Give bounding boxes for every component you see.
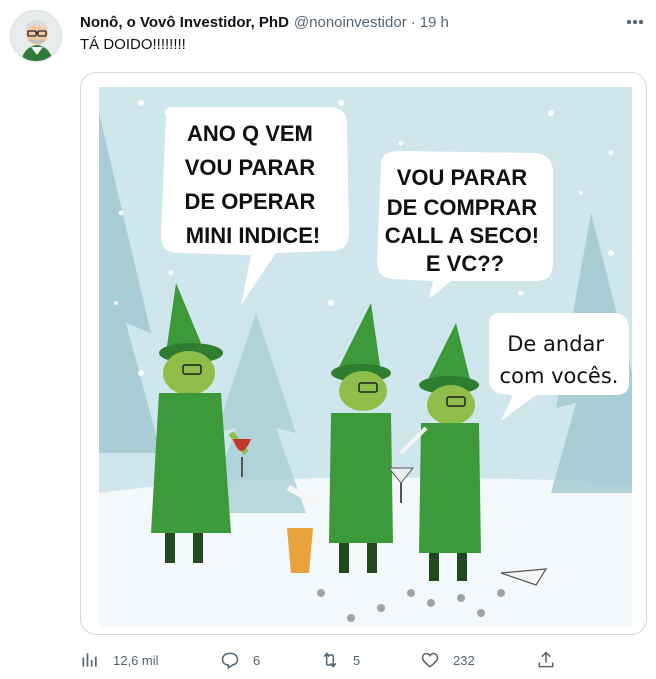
more-dot-icon [627,20,631,24]
avatar[interactable] [10,10,62,62]
bubble-3-line: com vocês. [500,364,619,388]
elves-cartoon: ANO Q VEM VOU PARAR DE OPERAR MINI INDIC… [81,73,646,634]
more-dot-icon [633,20,637,24]
tweet-actions: 12,6 mil 6 5 232 [80,648,560,672]
bubble-1-line: DE OPERAR [185,189,316,214]
like-button[interactable]: 232 [420,648,475,672]
user-handle[interactable]: @nonoinvestidor [294,14,407,31]
bubble-1-line: VOU PARAR [185,155,315,180]
more-options-button[interactable] [624,12,646,32]
retweet-icon [323,652,337,668]
separator: · [410,13,416,31]
timestamp[interactable]: 19 h [420,14,449,31]
views-count: 12,6 mil [113,652,159,668]
bubble-1-line: MINI INDICE! [186,223,320,248]
reply-count: 6 [253,652,261,668]
bubble-2-line: DE COMPRAR [387,195,537,220]
share-button[interactable] [536,648,556,672]
bubble-3-line: De andar [507,332,604,356]
views-button[interactable]: 12,6 mil [80,648,159,672]
avatar-image [11,11,61,61]
like-count: 232 [453,652,475,668]
bubble-2-line: CALL A SECO! [385,223,539,248]
retweet-button[interactable]: 5 [320,648,360,672]
bubble-2-line: VOU PARAR [397,165,527,190]
reply-button[interactable]: 6 [220,648,260,672]
heart-icon [421,652,439,668]
analytics-icon [82,653,97,667]
retweet-count: 5 [353,652,361,668]
bubble-1-line: ANO Q VEM [187,121,313,146]
tweet-header: Nonô, o Vovô Investidor, PhD @nonoinvest… [80,11,449,33]
bubble-2-line: E VC?? [426,251,504,276]
reply-icon [221,652,239,670]
display-name[interactable]: Nonô, o Vovô Investidor, PhD [80,14,289,31]
share-icon [538,651,554,668]
tweet[interactable]: Nonô, o Vovô Investidor, PhD @nonoinvest… [0,0,656,679]
more-dot-icon [639,20,643,24]
tweet-image[interactable]: ANO Q VEM VOU PARAR DE OPERAR MINI INDIC… [80,72,647,635]
tweet-text: TÁ DOIDO!!!!!!!! [80,36,186,53]
